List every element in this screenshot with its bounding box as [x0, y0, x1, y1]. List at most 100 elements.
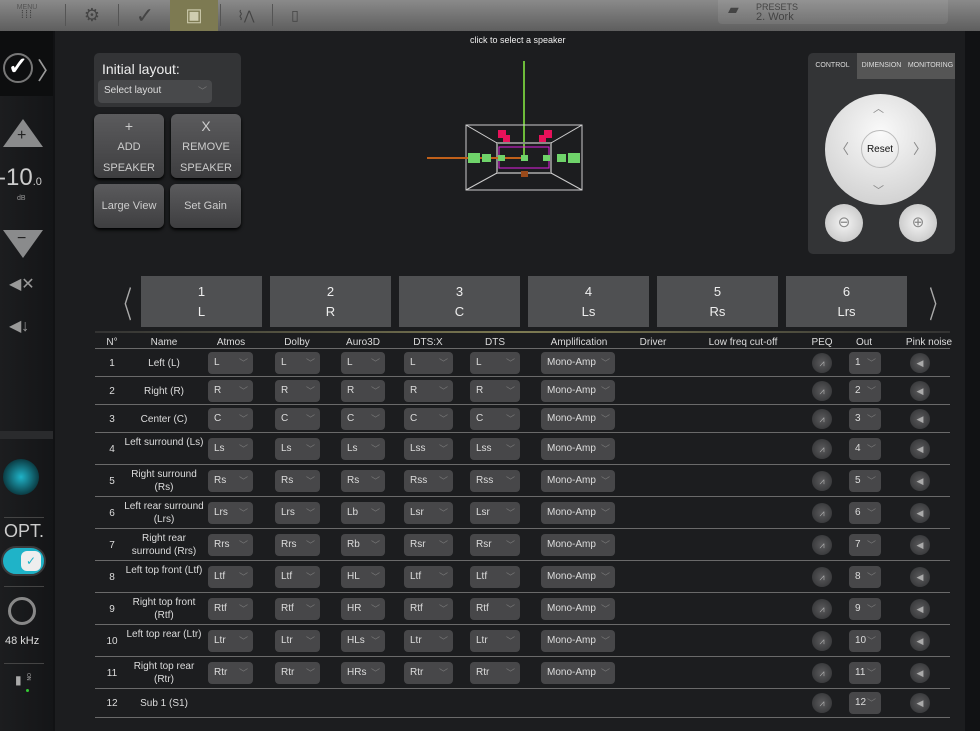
dtsx-select[interactable]: L ﹀ [404, 351, 453, 374]
out-select[interactable]: 9 ﹀ [849, 597, 881, 620]
dts-select[interactable]: Rtr ﹀ [470, 661, 520, 684]
dolby-select[interactable]: Ltr ﹀ [275, 629, 320, 652]
dolby-select[interactable]: Lrs ﹀ [275, 501, 320, 524]
amp-select[interactable]: Mono-Amp ﹀ [541, 565, 615, 588]
arrow-down-icon[interactable]: ﹀ [873, 182, 884, 198]
auro-select[interactable]: R ﹀ [341, 379, 385, 402]
peq-icon[interactable]: ⩘ [812, 566, 832, 587]
auro-select[interactable]: C ﹀ [341, 407, 385, 430]
speaker-tab[interactable]: 1L [141, 276, 262, 327]
pink-noise-speaker-icon[interactable]: ◀ [910, 438, 930, 459]
peq-icon[interactable]: ⩘ [812, 502, 832, 523]
pink-noise-speaker-icon[interactable]: ◀ [910, 566, 930, 587]
dtsx-select[interactable]: Ltf ﹀ [404, 565, 453, 588]
auro-select[interactable]: Ls ﹀ [341, 437, 385, 460]
dts-select[interactable]: Lss ﹀ [470, 437, 520, 460]
dts-select[interactable]: Rtf ﹀ [470, 597, 520, 620]
dolby-select[interactable]: L ﹀ [275, 351, 320, 374]
pink-noise-speaker-icon[interactable]: ◀ [910, 630, 930, 651]
add-speaker-button[interactable]: + ADD SPEAKER [94, 114, 164, 178]
set-gain-button[interactable]: Set Gain [170, 184, 241, 228]
speaker-tab[interactable]: 4 Ls [528, 276, 649, 327]
dtsx-select[interactable]: Ltr ﹀ [404, 629, 453, 652]
pink-noise-speaker-icon[interactable]: ◀ [910, 352, 930, 373]
pink-noise-speaker-icon[interactable]: ◀ [910, 470, 930, 491]
dolby-select[interactable]: Ls ﹀ [275, 437, 320, 460]
large-view-button[interactable]: Large View [94, 184, 164, 228]
amp-select[interactable]: Mono-Amp ﹀ [541, 597, 615, 620]
dts-select[interactable]: R ﹀ [470, 379, 520, 402]
speaker-tab[interactable]: 6 Lrs [786, 276, 907, 327]
out-select[interactable]: 8 ﹀ [849, 565, 881, 588]
peq-icon[interactable]: ⩘ [812, 693, 832, 713]
out-select[interactable]: 2 ﹀ [849, 379, 881, 402]
atmos-select[interactable]: Rs ﹀ [208, 469, 253, 492]
pink-noise-speaker-icon[interactable]: ◀ [910, 502, 930, 523]
pink-noise-speaker-icon[interactable]: ◀ [910, 693, 930, 713]
dolby-select[interactable]: Rtf ﹀ [275, 597, 320, 620]
validate-logo-icon[interactable]: ✓ [3, 53, 33, 83]
peq-icon[interactable]: ⩘ [812, 380, 832, 401]
pink-noise-speaker-icon[interactable]: ◀ [910, 408, 930, 429]
speaker-tab[interactable]: 3C [399, 276, 520, 327]
amp-select[interactable]: Mono-Amp ﹀ [541, 437, 615, 460]
amp-select[interactable]: Mono-Amp ﹀ [541, 501, 615, 524]
dolby-select[interactable]: R ﹀ [275, 379, 320, 402]
auro-select[interactable]: HR ﹀ [341, 597, 385, 620]
peq-icon[interactable]: ⩘ [812, 408, 832, 429]
remove-speaker-button[interactable]: X REMOVE SPEAKER [171, 114, 241, 178]
amp-select[interactable]: Mono-Amp ﹀ [541, 407, 615, 430]
atmos-select[interactable]: Rtf ﹀ [208, 597, 253, 620]
dtsx-select[interactable]: Rss ﹀ [404, 469, 453, 492]
tab-control[interactable]: CONTROL [808, 53, 857, 79]
out-select[interactable]: 4 ﹀ [849, 437, 881, 460]
tab-monitoring[interactable]: MONITORING [906, 53, 955, 79]
eq-curve-icon[interactable]: ⌇⋀ [222, 0, 270, 31]
dts-select[interactable]: Lsr ﹀ [470, 501, 520, 524]
pink-noise-speaker-icon[interactable]: ◀ [910, 534, 930, 555]
presets-button[interactable]: ▰ PRESETS 2. Work [718, 0, 948, 24]
speaker-tab[interactable]: 2R [270, 276, 391, 327]
dtsx-select[interactable]: C ﹀ [404, 407, 453, 430]
amp-select[interactable]: Mono-Amp ﹀ [541, 629, 615, 652]
pink-noise-speaker-icon[interactable]: ◀ [910, 662, 930, 683]
room-layout-icon[interactable]: ▣ [170, 0, 218, 37]
dtsx-select[interactable]: R ﹀ [404, 379, 453, 402]
dts-select[interactable]: Ltr ﹀ [470, 629, 520, 652]
microphone-icon[interactable]: ▯ [275, 0, 315, 31]
arrow-right-icon[interactable]: 〉 [913, 139, 927, 159]
peq-icon[interactable]: ⩘ [812, 470, 832, 491]
out-select[interactable]: 12 ﹀ [849, 692, 881, 714]
menu-button[interactable]: MENU ⁞⁞⁞ [2, 0, 52, 31]
amp-select[interactable]: Mono-Amp ﹀ [541, 469, 615, 492]
layout-select[interactable]: Select layout ﹀ [98, 80, 212, 103]
out-select[interactable]: 1 ﹀ [849, 351, 881, 374]
atmos-select[interactable]: Rtr ﹀ [208, 661, 253, 684]
dts-select[interactable]: Ltf ﹀ [470, 565, 520, 588]
dts-select[interactable]: Rss ﹀ [470, 469, 520, 492]
dolby-select[interactable]: Ltf ﹀ [275, 565, 320, 588]
dolby-select[interactable]: Rrs ﹀ [275, 533, 320, 556]
atmos-select[interactable]: Ls ﹀ [208, 437, 253, 460]
speaker-tab[interactable]: 5 Rs [657, 276, 778, 327]
peq-icon[interactable]: ⩘ [812, 534, 832, 555]
dtsx-select[interactable]: Rtr ﹀ [404, 661, 453, 684]
amp-select[interactable]: Mono-Amp ﹀ [541, 351, 615, 374]
dolby-select[interactable]: C ﹀ [275, 407, 320, 430]
dolby-select[interactable]: Rs ﹀ [275, 469, 320, 492]
atmos-select[interactable]: C ﹀ [208, 407, 253, 430]
dtsx-select[interactable]: Lss ﹀ [404, 437, 453, 460]
dolby-select[interactable]: Rtr ﹀ [275, 661, 320, 684]
out-select[interactable]: 11 ﹀ [849, 661, 881, 684]
peq-icon[interactable]: ⩘ [812, 598, 832, 619]
atmos-select[interactable]: L ﹀ [208, 351, 253, 374]
arrow-up-icon[interactable]: ︿ [873, 100, 884, 116]
auro-select[interactable]: Rs ﹀ [341, 469, 385, 492]
zoom-out-icon[interactable]: ⊖ [825, 204, 863, 242]
amp-select[interactable]: Mono-Amp ﹀ [541, 533, 615, 556]
gear-icon[interactable]: ⚙ [67, 0, 117, 31]
peq-icon[interactable]: ⩘ [812, 662, 832, 683]
mute-icon[interactable]: ◀✕ [9, 274, 35, 294]
auro-select[interactable]: HRs ﹀ [341, 661, 385, 684]
next-speakers-arrow-icon[interactable]: 〉 [929, 276, 947, 328]
